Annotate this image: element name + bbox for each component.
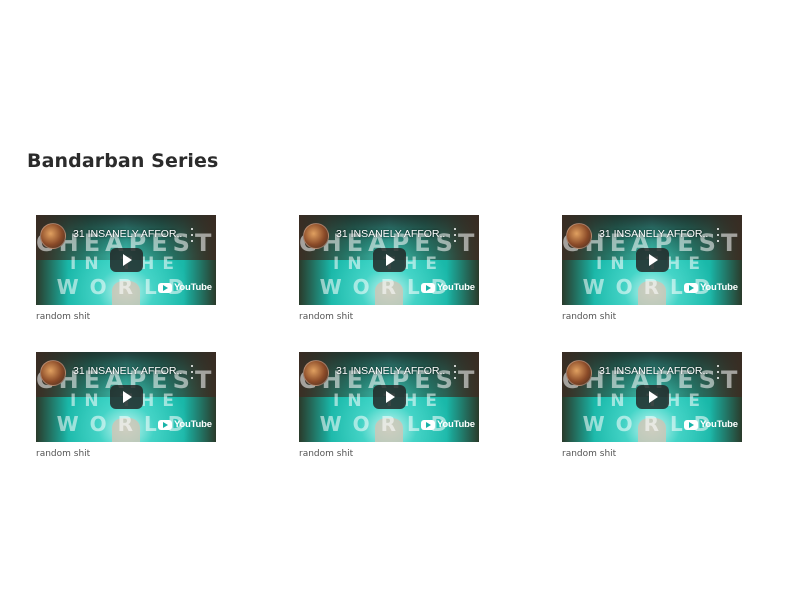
video-embed[interactable]: CHEAPEST IN THE WORLD 31 INSANELY AFFOR.… — [562, 352, 742, 442]
youtube-logo-text: YouTube — [700, 282, 738, 293]
youtube-logo[interactable]: YouTube — [158, 282, 212, 293]
thumbnail-boat — [375, 281, 403, 305]
youtube-logo-text: YouTube — [174, 282, 212, 293]
video-title[interactable]: 31 INSANELY AFFOR... — [336, 365, 446, 377]
play-button[interactable] — [373, 385, 406, 409]
thumbnail-boat — [112, 418, 140, 442]
video-embed[interactable]: CHEAPEST IN THE WORLD 31 INSANELY AFFOR.… — [562, 215, 742, 305]
video-card: CHEAPEST IN THE WORLD 31 INSANELY AFFOR.… — [36, 215, 216, 322]
play-button[interactable] — [636, 385, 669, 409]
more-options-icon[interactable] — [713, 228, 723, 242]
more-options-icon[interactable] — [187, 228, 197, 242]
youtube-logo-text: YouTube — [437, 419, 475, 430]
video-caption: random shit — [299, 312, 354, 322]
video-card: CHEAPEST IN THE WORLD 31 INSANELY AFFOR.… — [562, 352, 742, 459]
thumbnail-boat — [638, 418, 666, 442]
video-title[interactable]: 31 INSANELY AFFOR... — [599, 228, 709, 240]
play-button[interactable] — [373, 248, 406, 272]
video-title[interactable]: 31 INSANELY AFFOR... — [336, 228, 446, 240]
video-title[interactable]: 31 INSANELY AFFOR... — [73, 228, 183, 240]
video-embed[interactable]: CHEAPEST IN THE WORLD 31 INSANELY AFFOR.… — [299, 352, 479, 442]
video-caption: random shit — [562, 449, 617, 459]
video-embed[interactable]: CHEAPEST IN THE WORLD 31 INSANELY AFFOR.… — [36, 352, 216, 442]
channel-avatar[interactable] — [40, 223, 66, 249]
youtube-logo[interactable]: YouTube — [421, 282, 475, 293]
video-card: CHEAPEST IN THE WORLD 31 INSANELY AFFOR.… — [36, 352, 216, 459]
youtube-logo[interactable]: YouTube — [421, 419, 475, 430]
video-embed[interactable]: CHEAPEST IN THE WORLD 31 INSANELY AFFOR.… — [299, 215, 479, 305]
youtube-logo-text: YouTube — [174, 419, 212, 430]
more-options-icon[interactable] — [450, 365, 460, 379]
thumbnail-boat — [112, 281, 140, 305]
page-title: Bandarban Series — [27, 150, 219, 172]
youtube-play-icon — [158, 419, 172, 430]
video-caption: random shit — [36, 312, 91, 322]
video-card: CHEAPEST IN THE WORLD 31 INSANELY AFFOR.… — [299, 352, 479, 459]
play-button[interactable] — [110, 248, 143, 272]
video-embed[interactable]: CHEAPEST IN THE WORLD 31 INSANELY AFFOR.… — [36, 215, 216, 305]
video-card: CHEAPEST IN THE WORLD 31 INSANELY AFFOR.… — [562, 215, 742, 322]
channel-avatar[interactable] — [566, 360, 592, 386]
video-grid: CHEAPEST IN THE WORLD 31 INSANELY AFFOR.… — [36, 215, 756, 475]
channel-avatar[interactable] — [303, 360, 329, 386]
thumbnail-boat — [638, 281, 666, 305]
thumbnail-boat — [375, 418, 403, 442]
channel-avatar[interactable] — [303, 223, 329, 249]
more-options-icon[interactable] — [450, 228, 460, 242]
youtube-logo[interactable]: YouTube — [684, 282, 738, 293]
video-card: CHEAPEST IN THE WORLD 31 INSANELY AFFOR.… — [299, 215, 479, 322]
play-button[interactable] — [636, 248, 669, 272]
video-title[interactable]: 31 INSANELY AFFOR... — [599, 365, 709, 377]
youtube-play-icon — [421, 419, 435, 430]
youtube-logo[interactable]: YouTube — [158, 419, 212, 430]
video-title[interactable]: 31 INSANELY AFFOR... — [73, 365, 183, 377]
youtube-logo-text: YouTube — [700, 419, 738, 430]
youtube-play-icon — [421, 282, 435, 293]
channel-avatar[interactable] — [566, 223, 592, 249]
youtube-play-icon — [684, 419, 698, 430]
youtube-logo-text: YouTube — [437, 282, 475, 293]
youtube-play-icon — [684, 282, 698, 293]
more-options-icon[interactable] — [713, 365, 723, 379]
play-button[interactable] — [110, 385, 143, 409]
video-caption: random shit — [36, 449, 91, 459]
youtube-logo[interactable]: YouTube — [684, 419, 738, 430]
video-caption: random shit — [562, 312, 617, 322]
youtube-play-icon — [158, 282, 172, 293]
video-caption: random shit — [299, 449, 354, 459]
more-options-icon[interactable] — [187, 365, 197, 379]
channel-avatar[interactable] — [40, 360, 66, 386]
